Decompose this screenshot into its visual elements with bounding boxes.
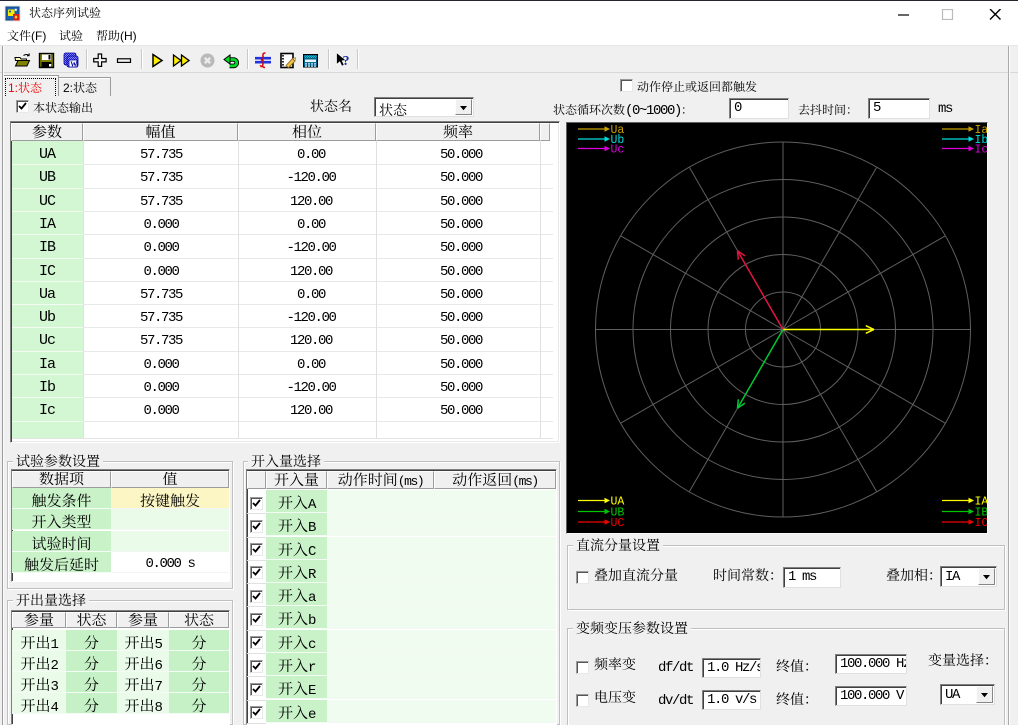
svg-text:IC: IC xyxy=(975,517,988,530)
svg-text:Ic: Ic xyxy=(975,144,988,157)
svg-text:W: W xyxy=(70,60,77,68)
svg-text:Uc: Uc xyxy=(611,144,625,157)
svg-text:UC: UC xyxy=(611,517,625,530)
svg-text:?: ? xyxy=(343,54,350,69)
